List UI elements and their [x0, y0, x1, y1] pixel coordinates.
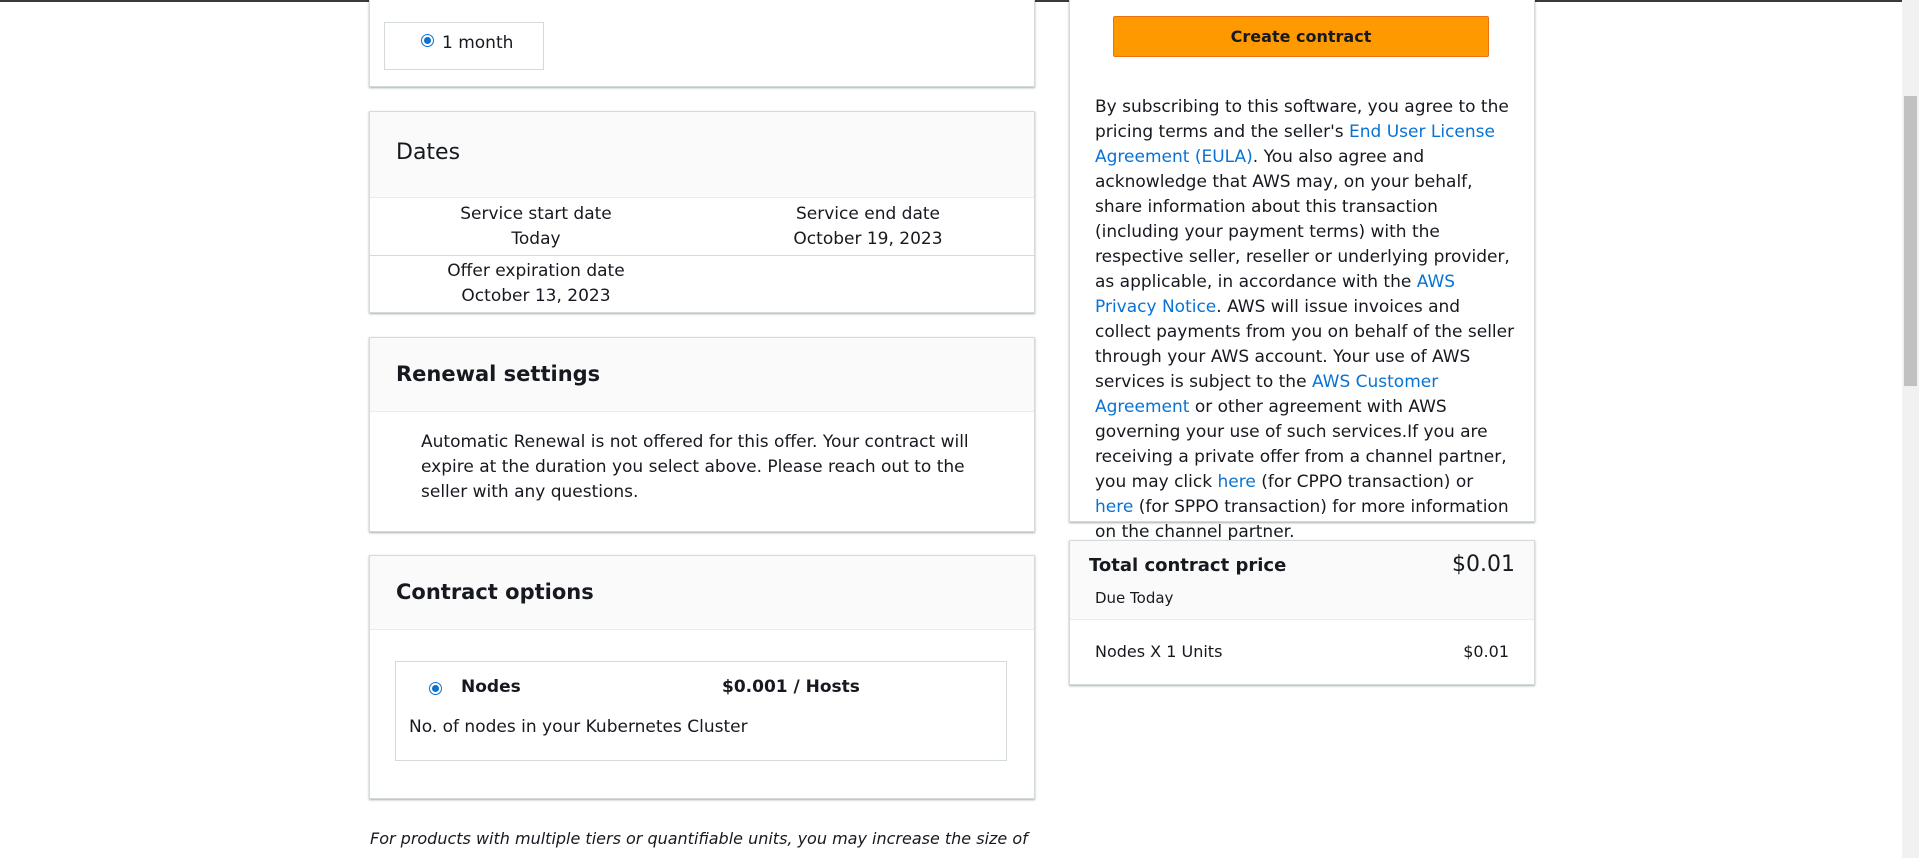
service-end-label: Service end date [796, 204, 940, 224]
page-scrollbar[interactable] [1902, 0, 1919, 858]
create-contract-button[interactable]: Create contract [1113, 16, 1489, 57]
service-end-date: Service end date October 19, 2023 [702, 202, 1034, 252]
duration-option-box[interactable]: 1 month [384, 22, 544, 70]
dates-title: Dates [396, 140, 461, 165]
service-end-value: October 19, 2023 [793, 229, 943, 249]
footnote-text: For products with multiple tiers or quan… [370, 829, 1028, 848]
offer-expiration-label: Offer expiration date [447, 261, 625, 281]
terms-part-5: (for CPPO transaction) or [1255, 472, 1474, 492]
duration-panel: 1 month [369, 0, 1035, 87]
cppo-here-link[interactable]: here [1217, 472, 1255, 492]
line-item-amount: $0.01 [1463, 642, 1509, 661]
dates-header: Dates [370, 112, 1034, 198]
option-description: No. of nodes in your Kubernetes Cluster [409, 717, 748, 737]
terms-part-2: . You also agree and acknowledge that AW… [1095, 147, 1510, 292]
due-today-label: Due Today [1095, 589, 1174, 607]
terms-part-6: (for SPPO transaction) for more informat… [1095, 497, 1509, 542]
renewal-title: Renewal settings [396, 362, 601, 386]
line-item-label: Nodes X 1 Units [1095, 642, 1223, 661]
option-name: Nodes [461, 677, 521, 697]
dates-panel: Dates Service start date Today Service e… [369, 111, 1035, 313]
dates-row-divider [370, 255, 1034, 256]
contract-option-card[interactable]: Nodes $0.001 / Hosts No. of nodes in you… [395, 661, 1007, 761]
service-start-label: Service start date [460, 204, 612, 224]
duration-radio[interactable] [421, 34, 434, 47]
total-price-panel: Total contract price $0.01 Due Today Nod… [1069, 540, 1535, 685]
service-start-date: Service start date Today [370, 202, 702, 252]
scrollbar-thumb[interactable] [1904, 96, 1917, 386]
terms-text: By subscribing to this software, you agr… [1095, 95, 1515, 545]
total-price-amount: $0.01 [1452, 552, 1515, 577]
offer-expiration-date: Offer expiration date October 13, 2023 [370, 259, 702, 309]
offer-expiration-value: October 13, 2023 [461, 286, 611, 306]
nodes-radio[interactable] [429, 682, 442, 695]
duration-option-label: 1 month [442, 33, 514, 53]
sppo-here-link[interactable]: here [1095, 497, 1133, 517]
total-price-label: Total contract price [1089, 555, 1287, 576]
renewal-panel: Renewal settings Automatic Renewal is no… [369, 337, 1035, 532]
contract-options-header: Contract options [370, 556, 1034, 630]
renewal-text: Automatic Renewal is not offered for thi… [421, 432, 969, 502]
contract-options-panel: Contract options Nodes $0.001 / Hosts No… [369, 555, 1035, 799]
total-price-header: Total contract price $0.01 Due Today [1070, 541, 1534, 620]
renewal-header: Renewal settings [370, 338, 1034, 412]
contract-options-title: Contract options [396, 580, 594, 604]
service-start-value: Today [511, 229, 561, 249]
option-price: $0.001 / Hosts [722, 677, 860, 697]
